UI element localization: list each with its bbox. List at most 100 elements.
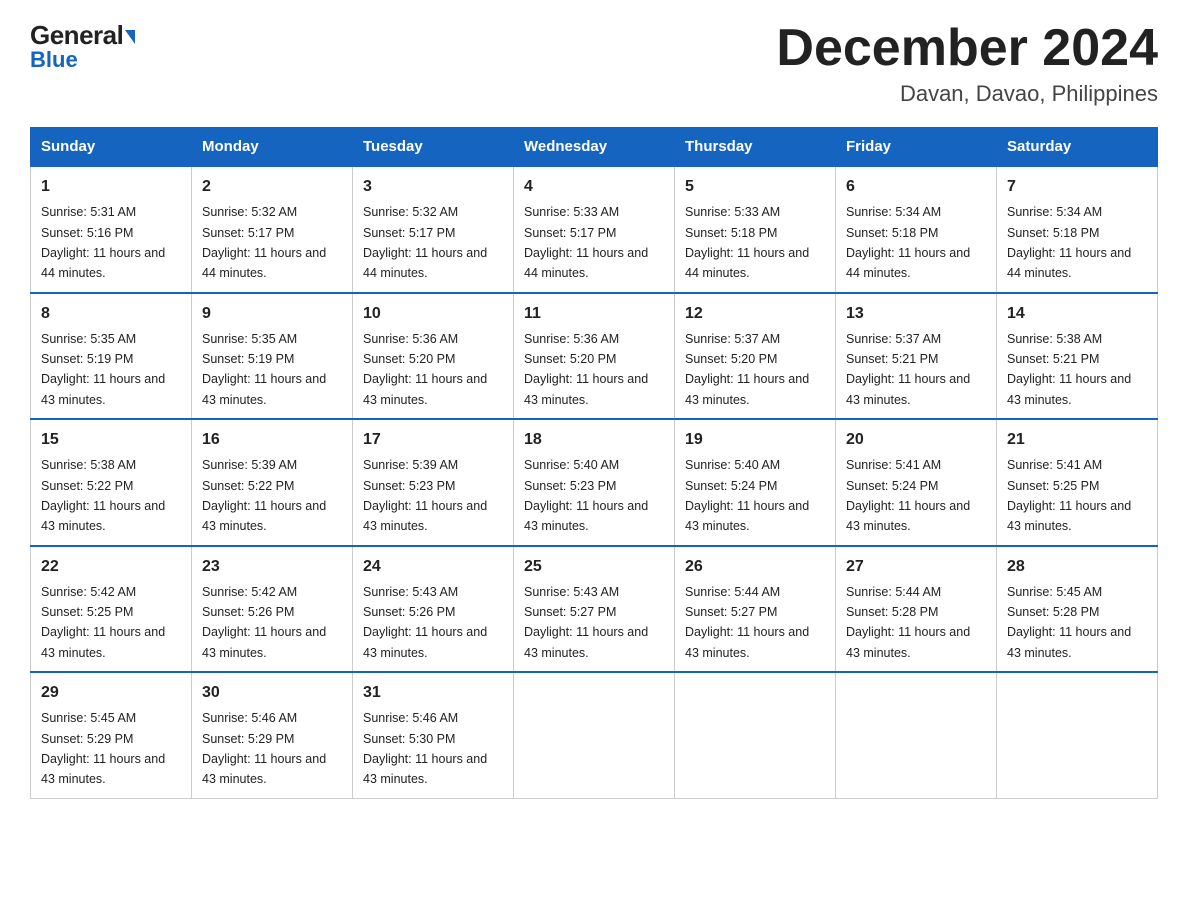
table-row: 24 Sunrise: 5:43 AMSunset: 5:26 PMDayligh… (353, 546, 514, 673)
logo-text-bottom: Blue (30, 47, 78, 73)
day-number: 28 (1007, 555, 1147, 579)
table-row: 4 Sunrise: 5:33 AMSunset: 5:17 PMDaylight… (514, 166, 675, 293)
table-row: 8 Sunrise: 5:35 AMSunset: 5:19 PMDaylight… (31, 293, 192, 420)
table-row: 28 Sunrise: 5:45 AMSunset: 5:28 PMDayligh… (997, 546, 1158, 673)
table-row: 3 Sunrise: 5:32 AMSunset: 5:17 PMDaylight… (353, 166, 514, 293)
table-row: 6Sunrise: 5:34 AMSunset: 5:18 PMDaylight… (836, 166, 997, 293)
day-number: 14 (1007, 302, 1147, 326)
day-number: 29 (41, 681, 181, 705)
col-friday: Friday (836, 128, 997, 167)
day-info: Sunrise: 5:41 AMSunset: 5:25 PMDaylight:… (1007, 458, 1131, 533)
day-info: Sunrise: 5:46 AMSunset: 5:30 PMDaylight:… (363, 711, 487, 786)
day-info: Sunrise: 5:43 AMSunset: 5:26 PMDaylight:… (363, 585, 487, 660)
day-number: 19 (685, 428, 825, 452)
day-number: 9 (202, 302, 342, 326)
table-row: 26 Sunrise: 5:44 AMSunset: 5:27 PMDayligh… (675, 546, 836, 673)
col-tuesday: Tuesday (353, 128, 514, 167)
day-number: 3 (363, 175, 503, 199)
day-number: 22 (41, 555, 181, 579)
table-row: 2Sunrise: 5:32 AMSunset: 5:17 PMDaylight… (192, 166, 353, 293)
day-number: 4 (524, 175, 664, 199)
day-number: 13 (846, 302, 986, 326)
day-number: 23 (202, 555, 342, 579)
table-row: 22Sunrise: 5:42 AMSunset: 5:25 PMDayligh… (31, 546, 192, 673)
day-info: Sunrise: 5:35 AMSunset: 5:19 PMDaylight:… (202, 332, 326, 407)
col-wednesday: Wednesday (514, 128, 675, 167)
table-row (675, 672, 836, 798)
day-number: 8 (41, 302, 181, 326)
col-monday: Monday (192, 128, 353, 167)
day-info: Sunrise: 5:35 AMSunset: 5:19 PMDaylight:… (41, 332, 165, 407)
table-row: 5 Sunrise: 5:33 AMSunset: 5:18 PMDaylight… (675, 166, 836, 293)
table-row: 11Sunrise: 5:36 AMSunset: 5:20 PMDayligh… (514, 293, 675, 420)
day-number: 31 (363, 681, 503, 705)
day-number: 10 (363, 302, 503, 326)
day-info: Sunrise: 5:39 AMSunset: 5:23 PMDaylight:… (363, 458, 487, 533)
day-number: 17 (363, 428, 503, 452)
day-info: Sunrise: 5:36 AMSunset: 5:20 PMDaylight:… (524, 332, 648, 407)
day-number: 15 (41, 428, 181, 452)
day-number: 7 (1007, 175, 1147, 199)
calendar-header-row: Sunday Monday Tuesday Wednesday Thursday… (31, 128, 1158, 167)
day-info: Sunrise: 5:40 AMSunset: 5:24 PMDaylight:… (685, 458, 809, 533)
table-row: 17 Sunrise: 5:39 AMSunset: 5:23 PMDayligh… (353, 419, 514, 546)
day-info: Sunrise: 5:38 AMSunset: 5:22 PMDaylight:… (41, 458, 165, 533)
col-thursday: Thursday (675, 128, 836, 167)
calendar-week-row: 8 Sunrise: 5:35 AMSunset: 5:19 PMDaylight… (31, 293, 1158, 420)
calendar-week-row: 15 Sunrise: 5:38 AMSunset: 5:22 PMDayligh… (31, 419, 1158, 546)
table-row: 19 Sunrise: 5:40 AMSunset: 5:24 PMDayligh… (675, 419, 836, 546)
day-number: 26 (685, 555, 825, 579)
day-info: Sunrise: 5:33 AMSunset: 5:17 PMDaylight:… (524, 205, 648, 280)
day-number: 16 (202, 428, 342, 452)
day-number: 12 (685, 302, 825, 326)
table-row: 13Sunrise: 5:37 AMSunset: 5:21 PMDayligh… (836, 293, 997, 420)
table-row: 20 Sunrise: 5:41 AMSunset: 5:24 PMDayligh… (836, 419, 997, 546)
table-row (836, 672, 997, 798)
day-number: 30 (202, 681, 342, 705)
table-row: 18 Sunrise: 5:40 AMSunset: 5:23 PMDayligh… (514, 419, 675, 546)
day-info: Sunrise: 5:42 AMSunset: 5:26 PMDaylight:… (202, 585, 326, 660)
day-info: Sunrise: 5:43 AMSunset: 5:27 PMDaylight:… (524, 585, 648, 660)
day-info: Sunrise: 5:39 AMSunset: 5:22 PMDaylight:… (202, 458, 326, 533)
day-info: Sunrise: 5:44 AMSunset: 5:27 PMDaylight:… (685, 585, 809, 660)
day-info: Sunrise: 5:34 AMSunset: 5:18 PMDaylight:… (1007, 205, 1131, 280)
day-number: 18 (524, 428, 664, 452)
table-row: 25Sunrise: 5:43 AMSunset: 5:27 PMDayligh… (514, 546, 675, 673)
table-row: 21 Sunrise: 5:41 AMSunset: 5:25 PMDayligh… (997, 419, 1158, 546)
calendar-table: Sunday Monday Tuesday Wednesday Thursday… (30, 127, 1158, 799)
day-number: 20 (846, 428, 986, 452)
day-info: Sunrise: 5:40 AMSunset: 5:23 PMDaylight:… (524, 458, 648, 533)
table-row: 16 Sunrise: 5:39 AMSunset: 5:22 PMDayligh… (192, 419, 353, 546)
table-row: 12 Sunrise: 5:37 AMSunset: 5:20 PMDayligh… (675, 293, 836, 420)
calendar-week-row: 22Sunrise: 5:42 AMSunset: 5:25 PMDayligh… (31, 546, 1158, 673)
day-info: Sunrise: 5:45 AMSunset: 5:28 PMDaylight:… (1007, 585, 1131, 660)
day-info: Sunrise: 5:44 AMSunset: 5:28 PMDaylight:… (846, 585, 970, 660)
table-row: 14Sunrise: 5:38 AMSunset: 5:21 PMDayligh… (997, 293, 1158, 420)
day-info: Sunrise: 5:37 AMSunset: 5:20 PMDaylight:… (685, 332, 809, 407)
table-row: 7 Sunrise: 5:34 AMSunset: 5:18 PMDaylight… (997, 166, 1158, 293)
day-number: 5 (685, 175, 825, 199)
table-row: 29 Sunrise: 5:45 AMSunset: 5:29 PMDayligh… (31, 672, 192, 798)
page-header: General Blue December 2024 Davan, Davao,… (30, 20, 1158, 107)
table-row: 30 Sunrise: 5:46 AMSunset: 5:29 PMDayligh… (192, 672, 353, 798)
day-number: 2 (202, 175, 342, 199)
day-info: Sunrise: 5:32 AMSunset: 5:17 PMDaylight:… (363, 205, 487, 280)
day-info: Sunrise: 5:45 AMSunset: 5:29 PMDaylight:… (41, 711, 165, 786)
day-info: Sunrise: 5:36 AMSunset: 5:20 PMDaylight:… (363, 332, 487, 407)
day-info: Sunrise: 5:33 AMSunset: 5:18 PMDaylight:… (685, 205, 809, 280)
day-number: 21 (1007, 428, 1147, 452)
col-sunday: Sunday (31, 128, 192, 167)
day-info: Sunrise: 5:46 AMSunset: 5:29 PMDaylight:… (202, 711, 326, 786)
day-number: 1 (41, 175, 181, 199)
table-row: 10 Sunrise: 5:36 AMSunset: 5:20 PMDayligh… (353, 293, 514, 420)
logo: General Blue (30, 20, 135, 73)
table-row: 31 Sunrise: 5:46 AMSunset: 5:30 PMDayligh… (353, 672, 514, 798)
calendar-week-row: 1Sunrise: 5:31 AMSunset: 5:16 PMDaylight… (31, 166, 1158, 293)
table-row: 9 Sunrise: 5:35 AMSunset: 5:19 PMDaylight… (192, 293, 353, 420)
day-number: 24 (363, 555, 503, 579)
calendar-title: December 2024 (776, 20, 1158, 77)
table-row: 15 Sunrise: 5:38 AMSunset: 5:22 PMDayligh… (31, 419, 192, 546)
day-info: Sunrise: 5:41 AMSunset: 5:24 PMDaylight:… (846, 458, 970, 533)
logo-arrow-icon (125, 30, 135, 44)
table-row (514, 672, 675, 798)
